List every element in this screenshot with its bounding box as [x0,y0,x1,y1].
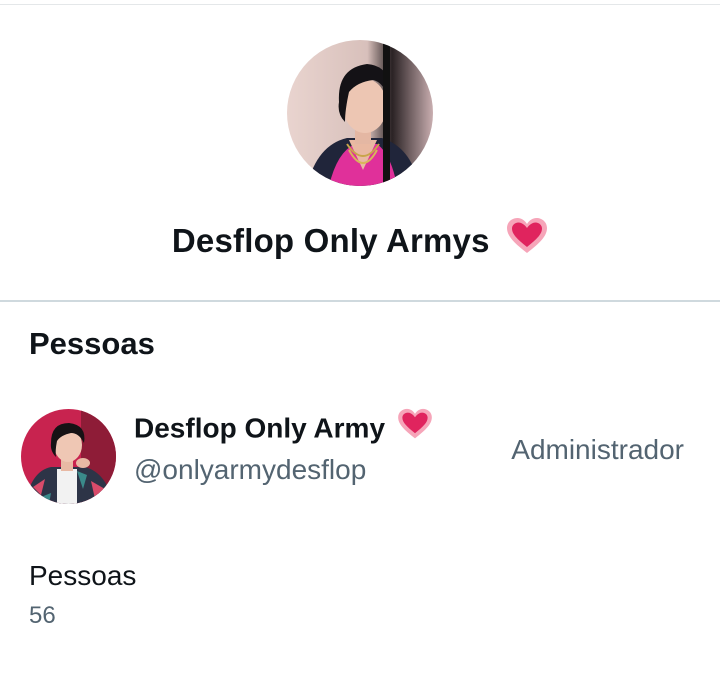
group-info-page: Desflop Only Armys Pessoas Desflop Only … [0,0,720,675]
group-header: Desflop Only Armys [0,0,720,300]
group-avatar-image [287,40,433,186]
member-role-label: Administrador [511,434,684,465]
people-count-label: Pessoas [29,560,137,591]
member-avatar-image [21,409,116,504]
heart-icon [397,408,433,445]
heart-icon [506,217,548,260]
group-name-row: Desflop Only Armys [0,217,720,260]
member-display-name[interactable]: Desflop Only Army [134,413,385,444]
group-name: Desflop Only Armys [171,222,490,259]
group-avatar[interactable] [287,40,433,186]
member-row[interactable]: Desflop Only Army @onlyarmydesflop Admin… [0,400,720,510]
member-name-line: Desflop Only Army [134,408,433,445]
section-divider [0,300,720,302]
member-handle[interactable]: @onlyarmydesflop [134,454,366,486]
people-section-title: Pessoas [29,326,155,361]
people-count-value: 56 [29,602,56,629]
member-avatar[interactable] [21,409,116,504]
